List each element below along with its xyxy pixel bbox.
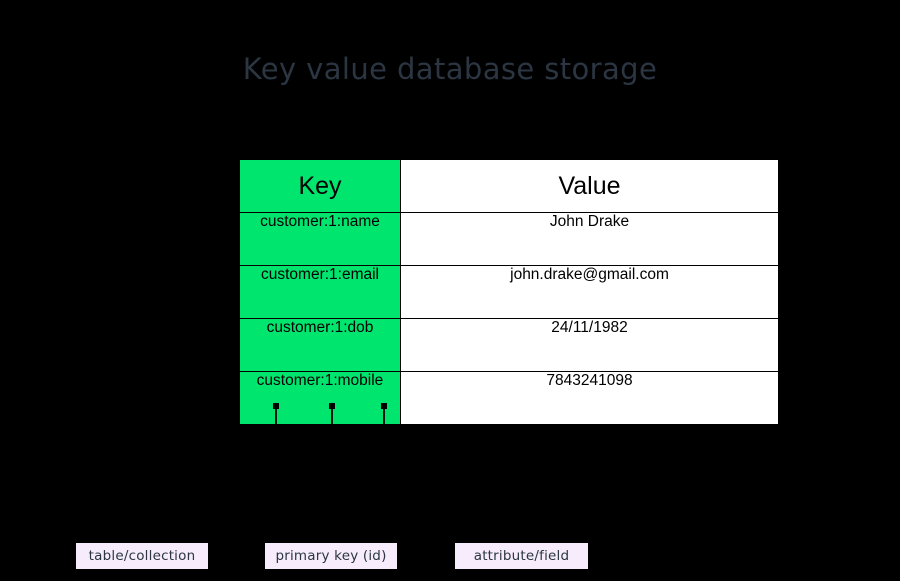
page-title: Key value database storage (242, 52, 658, 86)
column-header-key: Key (239, 159, 401, 213)
value-cell: john.drake@gmail.com (400, 265, 779, 319)
table-row: customer:1:email john.drake@gmail.com (239, 265, 779, 319)
table-row: customer:1:name John Drake (239, 212, 779, 266)
table-row: customer:1:dob 24/11/1982 (239, 318, 779, 372)
value-cell: 24/11/1982 (400, 318, 779, 372)
value-cell: John Drake (400, 212, 779, 266)
table-row: customer:1:mobile 7843241098 (239, 371, 779, 425)
key-cell: customer:1:mobile (239, 371, 401, 425)
legend-chip-primary-key: primary key (id) (265, 543, 397, 569)
table-header-row: Key Value (239, 159, 779, 213)
column-header-value: Value (400, 159, 779, 213)
value-cell: 7843241098 (400, 371, 779, 425)
key-cell: customer:1:dob (239, 318, 401, 372)
legend-chip-attribute-field: attribute/field (455, 543, 588, 569)
key-cell: customer:1:name (239, 212, 401, 266)
legend-chip-table-collection: table/collection (76, 543, 208, 569)
key-cell: customer:1:email (239, 265, 401, 319)
key-value-table: Key Value customer:1:name John Drake cus… (239, 159, 779, 425)
